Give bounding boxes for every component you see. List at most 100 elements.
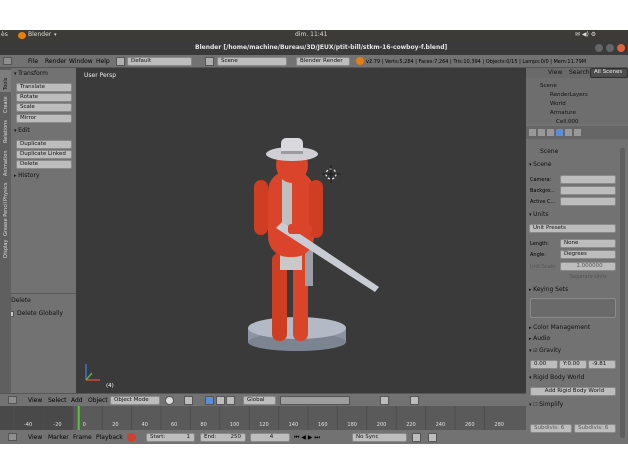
menu-window[interactable]: Window	[69, 58, 93, 66]
modifier-tab-icon[interactable]	[574, 129, 581, 136]
chevron-down-icon[interactable]: ▾	[54, 31, 57, 39]
menu-render[interactable]: Render	[45, 58, 66, 66]
keying-sets-list[interactable]	[530, 298, 616, 318]
angle-select[interactable]: Degrees	[560, 250, 616, 259]
outliner-tab-search[interactable]: Search	[569, 69, 590, 77]
layer-buttons[interactable]	[280, 396, 350, 405]
os-clock[interactable]: dim. 11:41	[295, 31, 327, 39]
3d-cursor[interactable]	[322, 165, 340, 183]
world-tab-icon[interactable]	[556, 129, 563, 136]
simplify-subdivision-field[interactable]: Subdivis: 6	[530, 424, 572, 433]
gravity-x-field[interactable]: 0.00	[530, 360, 558, 369]
editor-type-icon[interactable]	[8, 396, 17, 404]
tab-display[interactable]: Display	[2, 240, 10, 258]
outliner-item-scene[interactable]: Scene	[540, 82, 557, 90]
gravity-z-field[interactable]: -9.81	[588, 360, 616, 369]
color-management-panel-header[interactable]: ▸ Color Management	[529, 324, 590, 331]
camera-field[interactable]	[560, 175, 616, 184]
snap-icon[interactable]	[380, 396, 389, 405]
audio-panel-header[interactable]: ▸ Audio	[529, 335, 550, 342]
pivot-icon[interactable]	[184, 396, 193, 405]
3d-viewport[interactable]: User Persp (4)	[76, 68, 526, 393]
record-icon[interactable]	[127, 433, 136, 442]
start-frame-field[interactable]: Start: 1	[146, 433, 195, 442]
rotate-button[interactable]: Rotate	[16, 93, 72, 102]
separate-units-label[interactable]: Separate Units	[570, 273, 607, 281]
translate-button[interactable]: Translate	[16, 83, 72, 92]
maximize-icon[interactable]	[606, 44, 614, 52]
scene-tab-icon[interactable]	[547, 129, 554, 136]
render-tab-icon[interactable]	[529, 129, 536, 136]
tab-create[interactable]: Create	[2, 96, 10, 113]
end-frame-field[interactable]: End: 250	[200, 433, 246, 442]
menu-object[interactable]: Object	[88, 397, 108, 405]
simplify-panel-header[interactable]: ▾ ☐ Simplify	[529, 401, 563, 408]
layout-selector[interactable]: Default	[127, 57, 192, 66]
tab-relations[interactable]: Relations	[2, 120, 10, 143]
os-status-icons[interactable]: ✉ ◀) ⚙	[575, 31, 596, 39]
object-tab-icon[interactable]	[565, 129, 572, 136]
current-frame-field[interactable]: 4	[250, 433, 290, 442]
mode-selector[interactable]: Object Mode	[110, 396, 160, 405]
unit-presets-select[interactable]: Unit Presets	[529, 224, 616, 233]
outliner-tab-all-scenes[interactable]: All Scenes	[590, 68, 628, 78]
layout-icon[interactable]	[116, 57, 125, 66]
tab-grease-pencil[interactable]: Grease Pencil	[2, 202, 10, 236]
menu-select[interactable]: Select	[48, 397, 67, 405]
layers-tab-icon[interactable]	[538, 129, 545, 136]
editor-type-icon[interactable]	[3, 57, 12, 65]
tab-tools[interactable]: Tools	[2, 78, 10, 90]
add-rigid-body-world-button[interactable]: Add Rigid Body World	[530, 387, 616, 396]
outliner-item-cell[interactable]: Cell.000	[556, 118, 579, 126]
render-preview-icon[interactable]	[410, 396, 419, 405]
menu-file[interactable]: File	[28, 58, 38, 66]
properties-scrollbar[interactable]	[620, 148, 625, 438]
keyframe-icon[interactable]	[428, 433, 437, 442]
keying-icon[interactable]	[412, 433, 421, 442]
rigid-body-world-panel-header[interactable]: ▾ Rigid Body World	[529, 374, 584, 381]
viewport-shading-icon[interactable]	[165, 396, 174, 405]
delete-button[interactable]: Delete	[16, 160, 72, 169]
unit-scale-field[interactable]: 1.000000	[560, 262, 616, 271]
history-panel-header[interactable]: ▸ History	[14, 172, 39, 179]
menu-help[interactable]: Help	[96, 58, 110, 66]
simplify-render-subdivision-field[interactable]: Subdivis: 6	[574, 424, 616, 433]
gravity-y-field[interactable]: Y:0.00	[559, 360, 587, 369]
menu-playback[interactable]: Playback	[96, 434, 123, 442]
active-clip-field[interactable]	[560, 197, 616, 206]
units-panel-header[interactable]: ▾ Units	[529, 211, 548, 218]
length-select[interactable]: None	[560, 239, 616, 248]
scale-button[interactable]: Scale	[16, 103, 72, 112]
menu-view[interactable]: View	[28, 397, 42, 405]
scene-panel-header[interactable]: ▾ Scene	[529, 161, 551, 168]
tab-animation[interactable]: Animation	[2, 151, 10, 177]
outliner-tab-view[interactable]: View	[548, 69, 562, 77]
gravity-panel-header[interactable]: ▾ ☑ Gravity	[529, 347, 561, 354]
background-field[interactable]	[560, 186, 616, 195]
keying-sets-panel-header[interactable]: ▸ Keying Sets	[529, 286, 568, 293]
duplicate-linked-button[interactable]: Duplicate Linked	[16, 150, 72, 159]
mirror-button[interactable]: Mirror	[16, 114, 72, 123]
playback-controls[interactable]: ⏮ ◀ ▶ ⏭	[294, 434, 320, 442]
translate-manipulator-icon[interactable]	[216, 396, 225, 405]
render-engine-selector[interactable]: Blender Render	[296, 57, 350, 66]
manipulator-icon[interactable]	[205, 396, 214, 405]
rotate-manipulator-icon[interactable]	[226, 396, 235, 405]
close-icon[interactable]	[617, 44, 625, 52]
transform-orientation-select[interactable]: Global	[243, 396, 276, 405]
outliner-item-world[interactable]: World	[550, 100, 566, 108]
duplicate-button[interactable]: Duplicate	[16, 140, 72, 149]
edit-panel-header[interactable]: ▾ Edit	[14, 127, 30, 134]
minimize-icon[interactable]	[595, 44, 603, 52]
editor-type-icon[interactable]	[8, 433, 17, 441]
sync-mode-select[interactable]: No Sync	[352, 433, 407, 442]
menu-add[interactable]: Add	[71, 397, 83, 405]
outliner-item-renderlayers[interactable]: RenderLayers	[550, 91, 588, 99]
scene-icon[interactable]	[205, 57, 214, 66]
tab-physics[interactable]: Physics	[2, 183, 10, 202]
menu-marker[interactable]: Marker	[48, 434, 69, 442]
transform-panel-header[interactable]: ▾ Transform	[14, 70, 48, 77]
timeline[interactable]: -40 -20 0 20 40 60 80 100 120 140 160 180 200 220 240 2…	[0, 406, 526, 430]
outliner-item-armature[interactable]: Armature	[550, 109, 576, 117]
os-app-menu[interactable]: Blender	[28, 31, 51, 39]
